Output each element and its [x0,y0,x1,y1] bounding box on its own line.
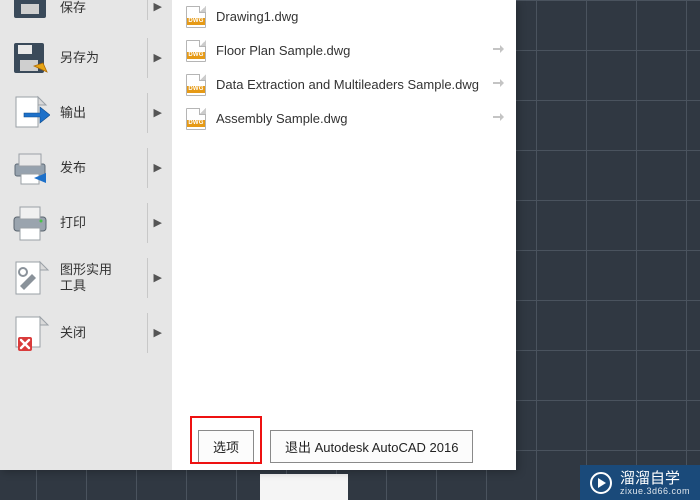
exit-button[interactable]: 退出 Autodesk AutoCAD 2016 [270,430,473,463]
chevron-right-icon: ▶ [154,51,164,64]
menu-item-label: 打印 [56,215,137,231]
divider [147,203,148,243]
save-icon [10,0,50,24]
app-menu-sidebar: 保存 ▶ 另存为 ▶ 输出 ▶ 发布 ▶ [0,0,172,470]
recent-file-row[interactable]: DWG Floor Plan Sample.dwg [172,34,516,68]
recent-file-name: Floor Plan Sample.dwg [216,43,481,59]
menu-item-label: 输出 [56,105,137,121]
divider [147,0,148,20]
options-button[interactable]: 选项 [198,430,254,463]
divider [147,258,148,298]
menu-item-utilities[interactable]: 图形实用 工具 ▶ [0,250,172,305]
recent-file-name: Assembly Sample.dwg [216,111,481,127]
recent-file-row[interactable]: DWG Data Extraction and Multileaders Samp… [172,68,516,102]
print-icon [10,203,50,243]
pin-icon[interactable] [491,42,506,60]
export-icon [10,93,50,133]
save-as-icon [10,38,50,78]
divider [147,148,148,188]
chevron-right-icon: ▶ [154,106,164,119]
watermark-title: 溜溜自学 [620,471,690,487]
recent-files-list: DWGDrawing1.dwgDWGFloor Plan Sample.dwgD… [172,0,516,136]
utilities-icon [10,258,50,298]
chevron-right-icon: ▶ [154,326,164,339]
canvas-light-strip [260,474,348,500]
menu-item-label: 发布 [56,160,137,176]
dwg-file-icon: DWG [186,6,206,28]
menu-item-export[interactable]: 输出 ▶ [0,85,172,140]
menu-item-save[interactable]: 保存 ▶ [0,0,172,30]
menu-item-close[interactable]: 关闭 ▶ [0,305,172,360]
recent-file-row[interactable]: DWG Assembly Sample.dwg [172,102,516,136]
application-menu: 保存 ▶ 另存为 ▶ 输出 ▶ 发布 ▶ [0,0,516,470]
pin-icon[interactable] [491,76,506,94]
recent-file-name: Drawing1.dwg [216,9,506,25]
chevron-right-icon: ▶ [154,161,164,174]
chevron-right-icon: ▶ [154,271,164,284]
bottom-button-bar: 选项 退出 Autodesk AutoCAD 2016 [172,422,516,470]
chevron-right-icon: ▶ [154,216,164,229]
watermark-url: zixue.3d66.com [620,487,690,496]
menu-item-label: 保存 [56,0,137,16]
recent-file-name: Data Extraction and Multileaders Sample.… [216,77,481,93]
dwg-file-icon: DWG [186,74,206,96]
pin-icon[interactable] [491,110,506,128]
menu-item-label: 关闭 [56,325,137,341]
menu-item-label: 另存为 [56,50,137,66]
menu-item-save-as[interactable]: 另存为 ▶ [0,30,172,85]
watermark: 溜溜自学 zixue.3d66.com [580,465,700,500]
chevron-right-icon: ▶ [154,0,164,13]
divider [147,313,148,353]
close-icon [10,313,50,353]
dwg-file-icon: DWG [186,108,206,130]
recent-file-row[interactable]: DWG Drawing1.dwg [172,0,516,34]
play-icon [590,472,612,494]
recent-files-panel: DWGDrawing1.dwgDWGFloor Plan Sample.dwgD… [172,0,516,470]
dwg-file-icon: DWG [186,40,206,62]
menu-item-print[interactable]: 打印 ▶ [0,195,172,250]
menu-item-label: 图形实用 工具 [56,262,137,293]
divider [147,93,148,133]
divider [147,38,148,78]
menu-item-publish[interactable]: 发布 ▶ [0,140,172,195]
publish-icon [10,148,50,188]
